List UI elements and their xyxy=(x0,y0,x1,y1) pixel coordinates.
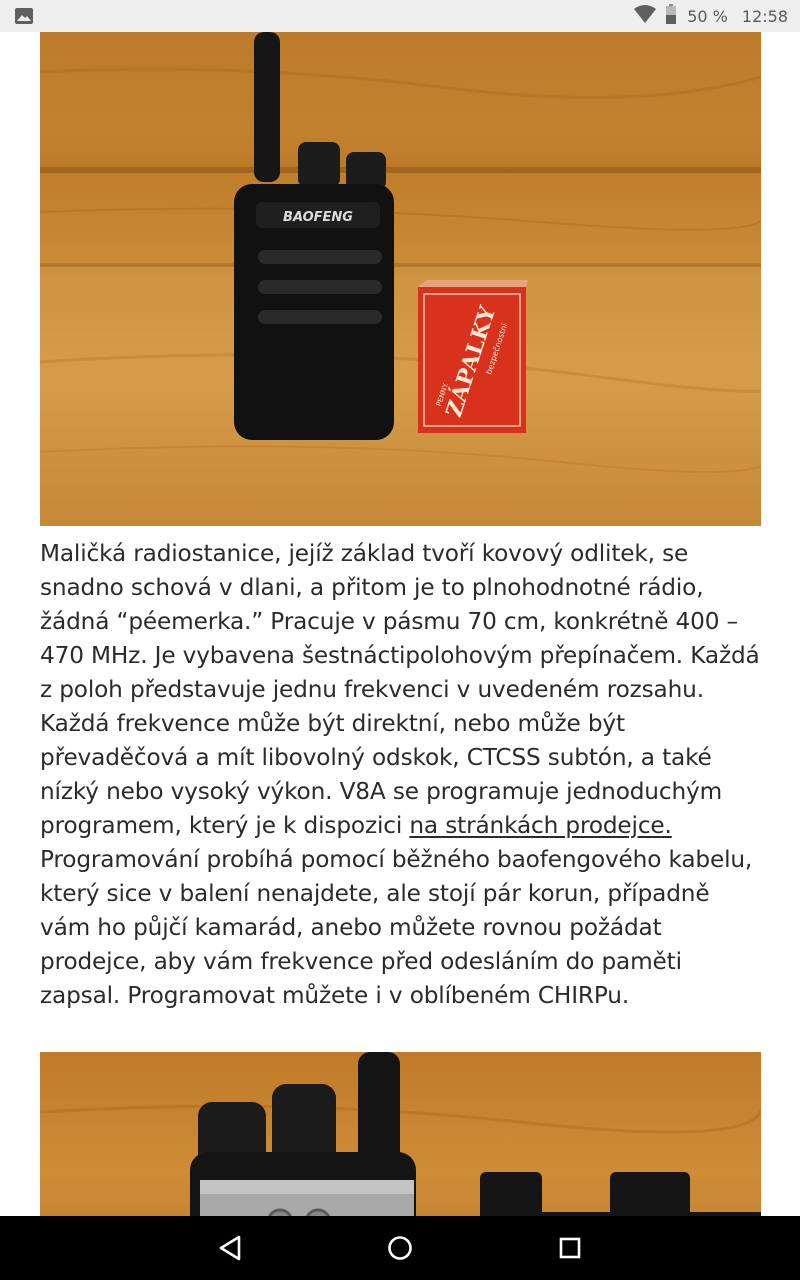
recents-square-icon[interactable] xyxy=(554,1232,586,1264)
back-triangle-icon[interactable] xyxy=(214,1232,246,1264)
paragraph-text-end: Programování probíhá pomocí běžného baof… xyxy=(40,846,753,1009)
radio-photo[interactable]: BAOFENG ZÁPALKY PENNY. bezpečnostní xyxy=(40,32,761,526)
radio-photo-drawing: BAOFENG ZÁPALKY PENNY. bezpečnostní xyxy=(40,32,761,474)
radio-brand-label: BAOFENG xyxy=(283,210,353,225)
image-icon xyxy=(14,6,34,26)
home-circle-icon[interactable] xyxy=(384,1232,416,1264)
clock: 12:58 xyxy=(741,6,788,26)
article-paragraph: Maličká radiostanice, jejíž základ tvoří… xyxy=(40,537,764,1013)
wifi-icon xyxy=(633,4,657,28)
navigation-bar xyxy=(0,1216,800,1280)
screen: 50 % 12:58 BAOFENG ZÁPALKY PENNY. bezpeč… xyxy=(0,0,800,1280)
status-bar: 50 % 12:58 xyxy=(0,0,800,32)
paragraph-text-start: Maličká radiostanice, jejíž základ tvoří… xyxy=(40,540,760,839)
seller-site-link[interactable]: na stránkách prodejce. xyxy=(409,812,672,839)
article-content: BAOFENG ZÁPALKY PENNY. bezpečnostní Mali… xyxy=(0,32,800,1216)
radio-closeup-drawing xyxy=(40,1052,761,1216)
radio-closeup-photo[interactable] xyxy=(40,1052,761,1216)
battery-icon xyxy=(665,3,677,29)
status-indicators: 50 % 12:58 xyxy=(633,0,788,32)
battery-level: 50 % xyxy=(687,6,728,26)
